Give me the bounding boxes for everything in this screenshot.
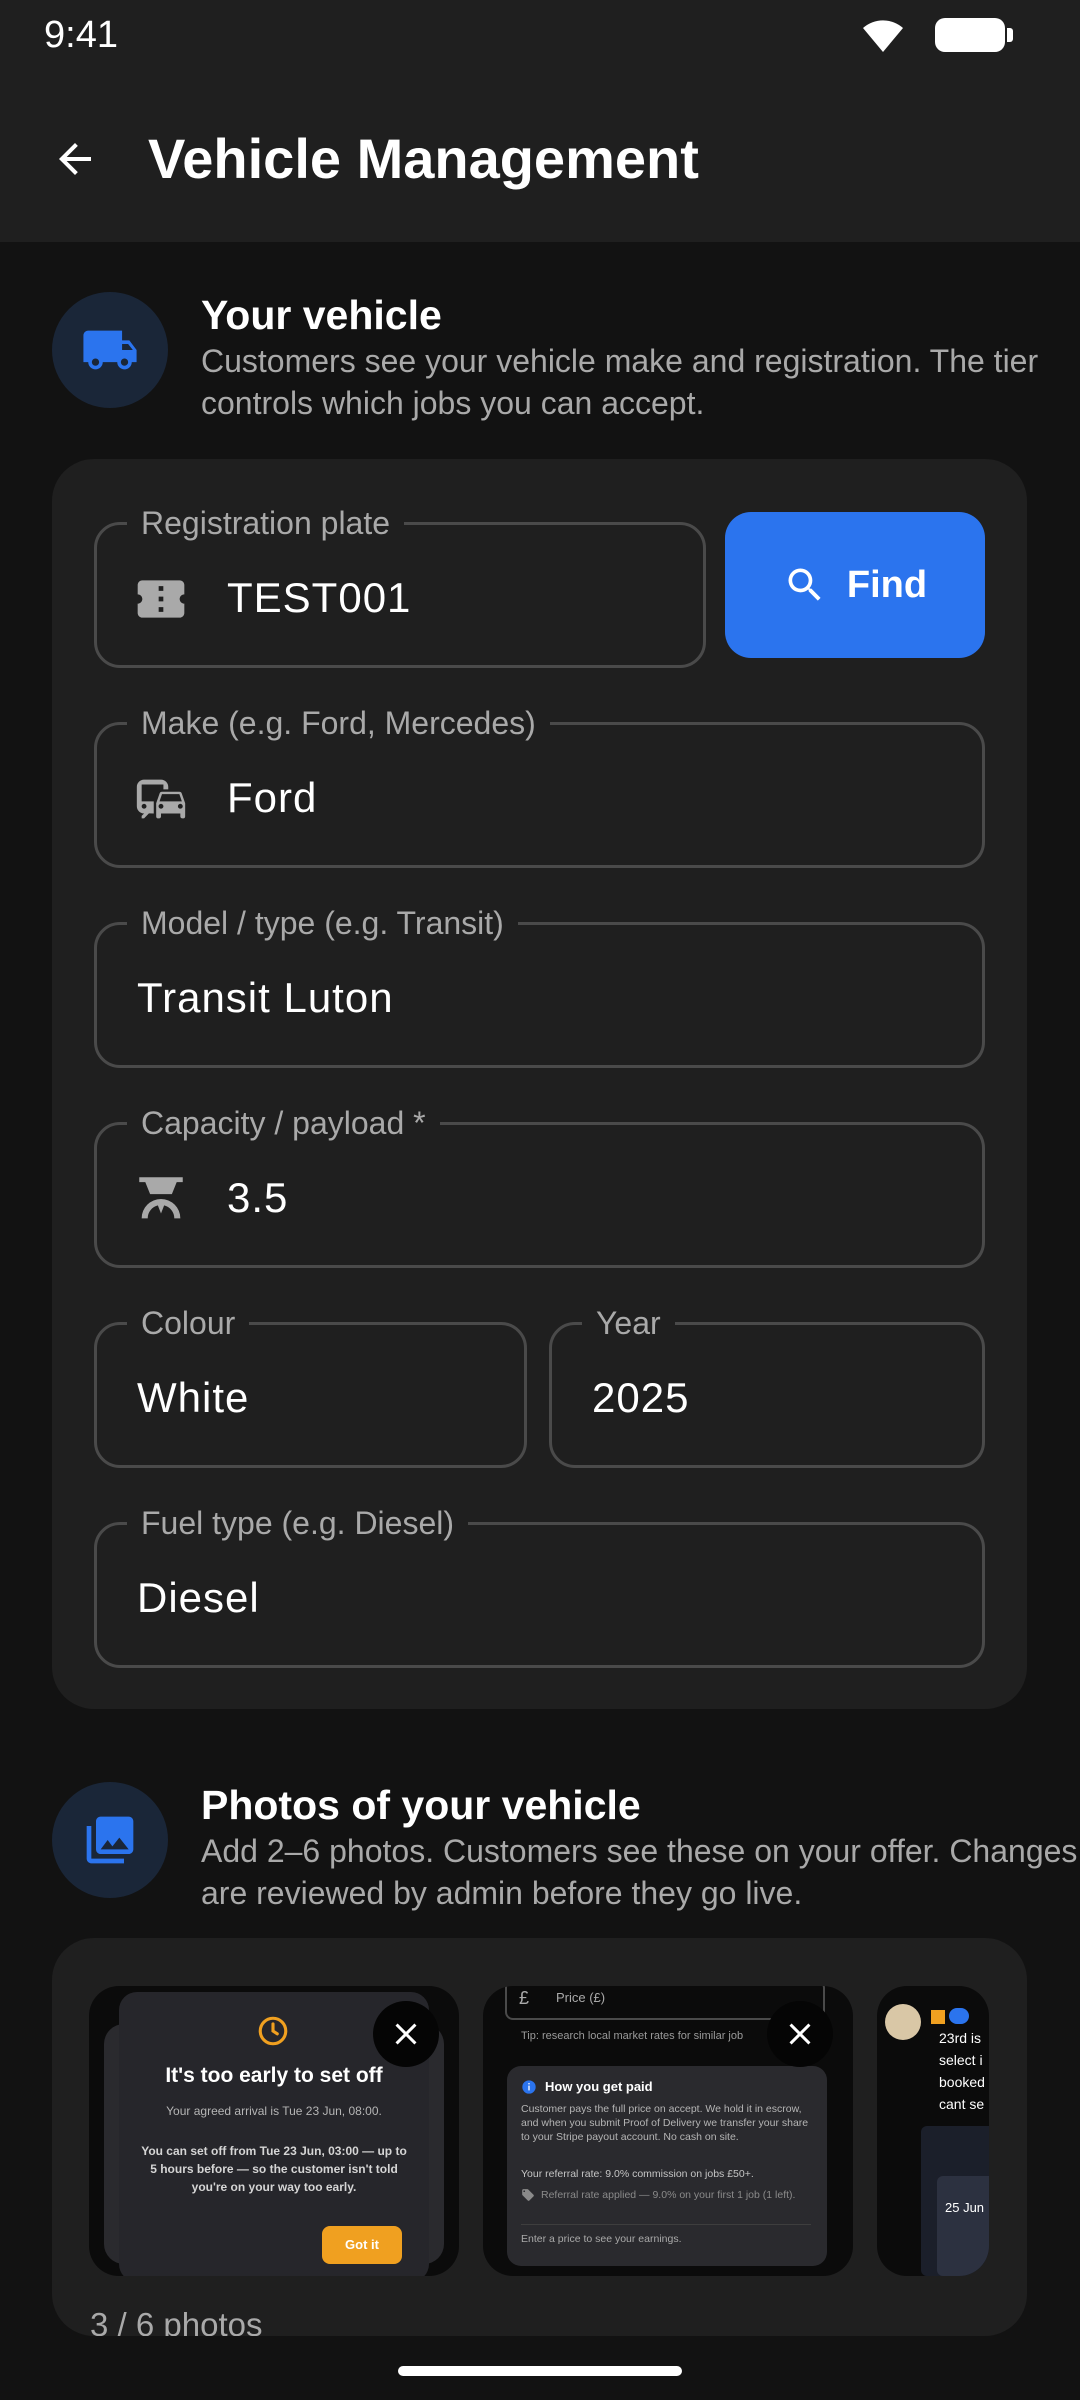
year-field[interactable]: Year 2025 [549, 1301, 985, 1468]
model-field[interactable]: Model / type (e.g. Transit) Transit Luto… [94, 901, 985, 1068]
battery-icon [935, 18, 1013, 52]
photo2-price-field: Price (£) [556, 1990, 606, 2005]
tag-icon [522, 2189, 534, 2201]
status-time: 9:41 [44, 14, 118, 56]
photo1-got-it-button: Got it [322, 2226, 402, 2264]
photo-count: 3 / 6 photos [90, 2306, 263, 2336]
make-label: Make (e.g. Ford, Mercedes) [127, 701, 550, 745]
photo2-footer: Enter a price to see your earnings. [521, 2233, 682, 2245]
scale-icon [131, 1169, 191, 1229]
status-icons [859, 16, 1013, 54]
capacity-field[interactable]: Capacity / payload * 3.5 [94, 1101, 985, 1268]
search-icon [788, 568, 821, 601]
remove-photo-2-button[interactable] [767, 2001, 833, 2067]
model-value: Transit Luton [137, 974, 394, 1021]
find-button-label: Find [846, 563, 928, 606]
photo3-line-2: select i [939, 2052, 983, 2068]
capacity-label: Capacity / payload * [127, 1101, 440, 1145]
photo3-date: 25 Jun [945, 2200, 985, 2215]
close-icon [395, 2023, 417, 2045]
capacity-value: 3.5 [227, 1174, 289, 1221]
vehicle-section-title: Your vehicle [201, 292, 442, 338]
make-value: Ford [227, 774, 318, 821]
commute-icon [131, 769, 191, 829]
avatar [885, 2004, 921, 2040]
photo3-line-1: 23rd is [939, 2030, 982, 2046]
photo-library-icon-badge [52, 1782, 168, 1898]
wifi-icon [863, 20, 903, 52]
photo-library-icon [86, 1816, 134, 1864]
photo2-applied: Referral rate applied — 9.0% on your fir… [541, 2189, 796, 2201]
photo1-line2: You can set off from Tue 23 Jun, 03:00 —… [141, 2144, 407, 2194]
remove-photo-1-button[interactable] [373, 2001, 439, 2067]
colour-value: White [137, 1374, 250, 1421]
find-button[interactable]: Find [725, 512, 985, 658]
fuel-label: Fuel type (e.g. Diesel) [127, 1501, 469, 1545]
close-icon [789, 2023, 811, 2045]
arrow-back-icon [59, 143, 91, 175]
model-label: Model / type (e.g. Transit) [127, 901, 518, 945]
back-button[interactable] [40, 124, 110, 194]
photos-card: It's too early to set off Your agreed ar… [52, 1938, 1027, 2336]
photos-section-title: Photos of your vehicle [201, 1782, 641, 1828]
page-title: Vehicle Management [148, 127, 699, 190]
photo2-body: Customer pays the full price on accept. … [521, 2103, 809, 2143]
photo1-line1: Your agreed arrival is Tue 23 Jun, 08:00… [166, 2104, 382, 2118]
photos-section-description: Add 2–6 photos. Customers see these on y… [201, 1833, 1078, 1911]
info-icon [522, 2080, 536, 2094]
vehicle-section-description: Customers see your vehicle make and regi… [201, 343, 1039, 421]
year-value: 2025 [592, 1374, 690, 1421]
colour-field[interactable]: Colour White [94, 1301, 527, 1468]
truck-icon-badge [52, 292, 168, 408]
vehicle-form-card: Registration plate TEST001 Find Make (e.… [52, 459, 1027, 1709]
year-label: Year [582, 1301, 675, 1345]
registration-field[interactable]: Registration plate TEST001 [94, 501, 706, 668]
photo2-heading: How you get paid [545, 2079, 653, 2094]
fuel-value: Diesel [137, 1574, 260, 1621]
photo1-title: It's too early to set off [165, 2064, 383, 2087]
colour-label: Colour [127, 1301, 250, 1345]
photos-section-header: Photos of your vehicle Add 2–6 photos. C… [52, 1782, 1077, 1912]
home-indicator[interactable] [398, 2366, 682, 2376]
vehicle-photo-3[interactable]: 23rd is select i booked cant se 25 Jun [877, 1986, 989, 2276]
status-bar: 9:41 [0, 0, 1080, 70]
ticket-icon [131, 569, 191, 629]
vehicle-section-header: Your vehicle Customers see your vehicle … [52, 292, 1038, 422]
registration-value: TEST001 [227, 574, 412, 621]
make-field[interactable]: Make (e.g. Ford, Mercedes) Ford [94, 701, 985, 868]
truck-icon [83, 330, 137, 370]
photo2-referral: Your referral rate: 9.0% commission on j… [521, 2168, 754, 2180]
clock-icon [258, 2016, 288, 2046]
photo3-line-3: booked [939, 2074, 985, 2090]
photo3-line-4: cant se [939, 2096, 985, 2112]
app-bar: Vehicle Management [0, 70, 1080, 242]
registration-label: Registration plate [127, 501, 405, 545]
fuel-field[interactable]: Fuel type (e.g. Diesel) Diesel [94, 1501, 985, 1668]
